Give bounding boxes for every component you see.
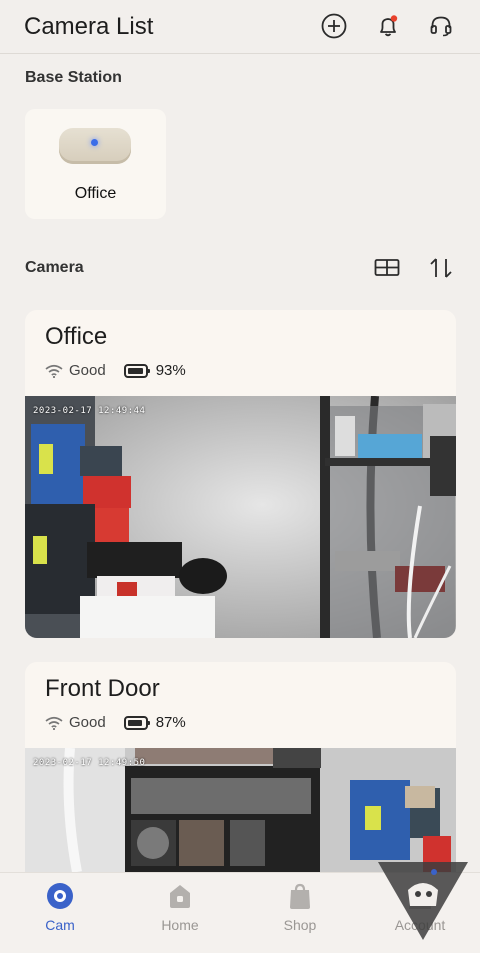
camera-card-office[interactable]: Office Good 93% 2023-02-17 12:49:44	[25, 310, 456, 638]
camera-heading: Camera	[25, 259, 84, 276]
wifi-icon	[45, 716, 63, 730]
camera-name: Office	[45, 323, 108, 350]
signal-label: Good	[69, 362, 106, 379]
feed-timestamp: 2023-02-17 12:49:44	[33, 406, 146, 416]
battery-percent: 87%	[155, 714, 186, 731]
add-camera-button[interactable]	[320, 12, 348, 40]
sort-icon	[430, 258, 452, 278]
page-title: Camera List	[24, 13, 154, 40]
battery-icon	[123, 363, 150, 378]
grid-view-button[interactable]	[372, 254, 402, 282]
wifi-icon	[45, 364, 63, 378]
tab-label: Cam	[45, 917, 75, 933]
base-station-image	[59, 128, 131, 164]
signal-label: Good	[69, 714, 106, 731]
sort-button[interactable]	[426, 254, 456, 282]
add-icon	[321, 13, 347, 39]
tab-home[interactable]: Home	[120, 873, 240, 953]
watermark-logo	[378, 862, 468, 940]
notifications-button[interactable]	[374, 12, 402, 40]
shop-icon	[286, 882, 314, 910]
tab-label: Home	[161, 917, 199, 933]
tab-shop[interactable]: Shop	[240, 873, 360, 953]
bell-icon	[380, 15, 398, 37]
top-bar: Camera List	[0, 0, 480, 54]
status-led	[91, 139, 98, 146]
tab-cam[interactable]: Cam	[0, 873, 120, 953]
base-station-heading: Base Station	[25, 69, 122, 86]
camera-name: Front Door	[45, 675, 160, 702]
battery-icon	[123, 715, 150, 730]
tab-label: Shop	[283, 917, 317, 933]
camera-feed-preview[interactable]: 2023-02-17 12:49:50	[25, 748, 456, 872]
battery-percent: 93%	[155, 362, 186, 379]
office-feed-image	[25, 396, 456, 638]
base-station-card[interactable]: Office	[25, 109, 166, 219]
support-button[interactable]	[427, 12, 455, 40]
camera-status: Good 87%	[45, 714, 186, 731]
camera-status: Good 93%	[45, 362, 186, 379]
base-station-name: Office	[74, 185, 117, 202]
grid-view-icon	[374, 259, 400, 276]
camera-card-front-door[interactable]: Front Door Good 87% 2023-02-17 12:49:50	[25, 662, 456, 872]
camera-feed-preview[interactable]: 2023-02-17 12:49:44	[25, 396, 456, 638]
home-icon	[166, 882, 194, 910]
headset-icon	[430, 16, 452, 37]
feed-timestamp: 2023-02-17 12:49:50	[33, 758, 146, 768]
cam-icon	[46, 882, 74, 910]
